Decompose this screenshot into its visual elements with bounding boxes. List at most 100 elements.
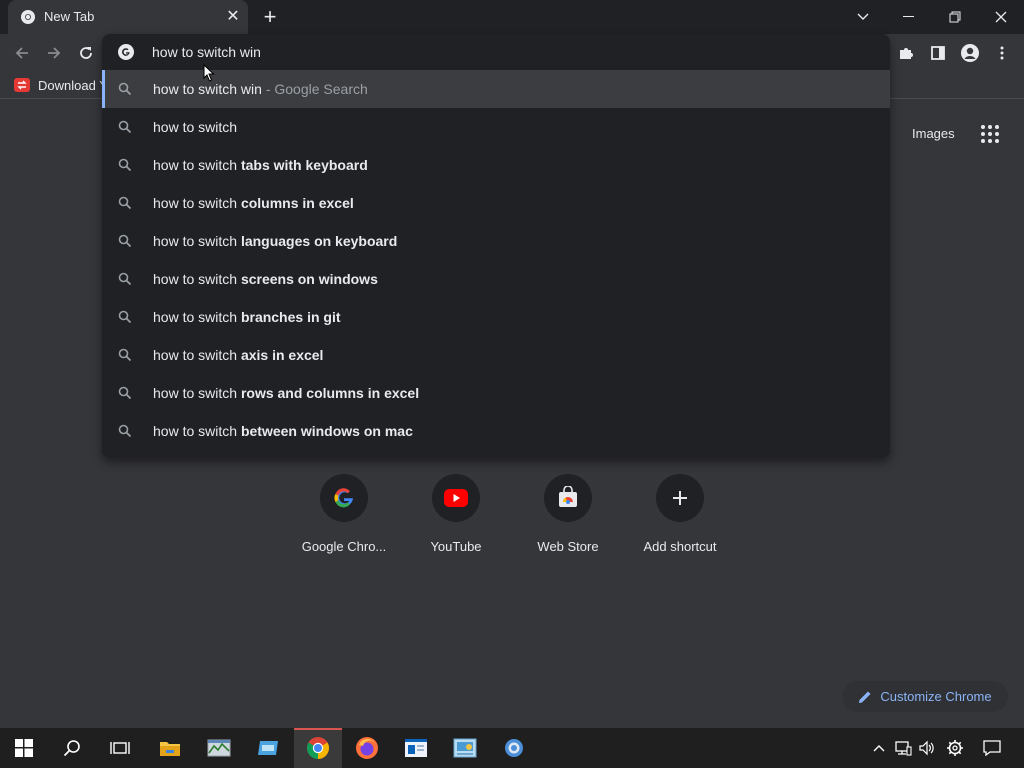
back-button[interactable] [9,40,35,66]
gear-icon [947,740,963,756]
suggestion-text: how to switch [153,233,241,249]
suggestion-item[interactable]: how to switch branches in git [102,298,890,336]
reload-button[interactable] [73,40,99,66]
taskbar-app[interactable] [441,728,489,768]
extensions-button[interactable] [893,40,919,66]
shortcut-label: Google Chro... [301,539,387,554]
suggestion-item[interactable]: how to switch tabs with keyboard [102,146,890,184]
tray-settings-button[interactable] [944,728,966,768]
minimize-button[interactable] [886,0,932,34]
shortcut-tile[interactable]: Web Store [512,474,624,564]
suggestion-text: how to switch [153,347,241,363]
search-icon [118,196,132,210]
bookmark-label: Download Y [38,77,102,93]
customize-chrome-button[interactable]: Customize Chrome [842,681,1008,712]
taskbar-search-button[interactable] [48,728,96,768]
taskbar-app[interactable] [392,728,440,768]
suggestion-item[interactable]: how to switch [102,108,890,146]
tab-title: New Tab [44,9,95,24]
shortcut-icon-bg [544,474,592,522]
forward-arrow-icon [48,47,61,59]
chrome-favicon-icon [21,10,35,24]
omnibox [102,34,890,70]
suggestion-item[interactable]: how to switch screens on windows [102,260,890,298]
show-hidden-icons-button[interactable] [868,728,890,768]
search-icon [118,310,132,324]
shortcut-label: Web Store [537,539,599,554]
profile-button[interactable] [957,40,983,66]
omnibox-dropdown: how to switch win - Google Search how to… [102,34,890,458]
shortcut-icon-bg [432,474,480,522]
suggestion-text: how to switch [153,157,241,173]
suggestion-text: how to switch [153,423,241,439]
mouse-cursor-icon [203,64,215,82]
suggestion-item[interactable]: how to switch languages on keyboard [102,222,890,260]
back-arrow-icon [15,47,28,59]
chrome-icon [307,737,329,759]
close-window-button[interactable] [978,0,1024,34]
network-icon [895,741,912,756]
suggestion-item[interactable]: how to switch between windows on mac [102,412,890,450]
suggestion-completion: screens on windows [240,271,378,287]
file-explorer-icon [160,742,180,756]
side-panel-button[interactable] [925,40,951,66]
search-icon [118,158,132,172]
tab-search-button[interactable] [840,0,886,34]
notification-icon [983,740,1001,757]
suggestion-item[interactable]: how to switch win - Google Search [102,70,890,108]
forward-button[interactable] [41,40,67,66]
suggestion-text: how to switch [153,195,241,211]
google-apps-button[interactable] [978,122,1002,146]
search-icon [63,740,80,757]
suggestion-completion: branches in git [240,309,341,325]
chevron-up-icon [873,745,885,752]
bookmark-item[interactable]: Download Y [14,76,102,94]
taskbar-app[interactable] [146,728,194,768]
task-view-button[interactable] [96,728,144,768]
reload-icon [80,47,92,59]
taskbar-app-active[interactable] [294,728,342,768]
start-button[interactable] [0,728,48,768]
chrome-menu-button[interactable] [989,40,1015,66]
plus-icon [673,491,687,505]
search-icon [118,424,132,438]
task-view-icon [110,742,130,754]
taskbar-app[interactable] [343,728,391,768]
network-button[interactable] [892,728,914,768]
address-bar-input[interactable] [152,42,852,62]
suggestion-item[interactable]: how to switch columns in excel [102,184,890,222]
tab-close-icon[interactable]: ✕ [224,8,242,26]
close-icon [995,11,1007,23]
avatar-icon [961,44,979,62]
youtube-icon [444,489,468,507]
windows-start-icon [15,739,33,757]
more-vert-icon [1000,46,1004,60]
shortcut-icon-bg [656,474,704,522]
action-center-button[interactable] [980,728,1004,768]
taskbar-app[interactable] [195,728,243,768]
suggestion-item[interactable]: how to switch axis in excel [102,336,890,374]
new-tab-button[interactable]: + [258,6,282,30]
volume-icon [919,740,934,756]
suggestion-item[interactable]: how to switch rows and columns in excel [102,374,890,412]
taskbar-app[interactable] [490,728,538,768]
search-icon [118,348,132,362]
suggestion-text: how to switch [153,119,238,135]
taskbar-app[interactable] [244,728,292,768]
shortcut-tile[interactable]: YouTube [400,474,512,564]
shortcut-tile[interactable]: Add shortcut [624,474,736,564]
search-icon [118,120,132,134]
suggestion-completion: between windows on mac [240,423,413,439]
youtube-downloader-icon [14,78,30,92]
chevron-down-icon [857,13,869,20]
task-manager-icon [207,739,231,757]
images-link[interactable]: Images [912,126,955,141]
restore-button[interactable] [932,0,978,34]
shortcut-tile[interactable]: Google Chro... [288,474,400,564]
tab-new-tab[interactable]: New Tab ✕ [8,0,248,34]
volume-button[interactable] [916,728,938,768]
web-store-icon [559,486,577,507]
apps-grid-icon [981,125,999,143]
shortcut-label: YouTube [430,539,482,554]
search-icon [118,386,132,400]
